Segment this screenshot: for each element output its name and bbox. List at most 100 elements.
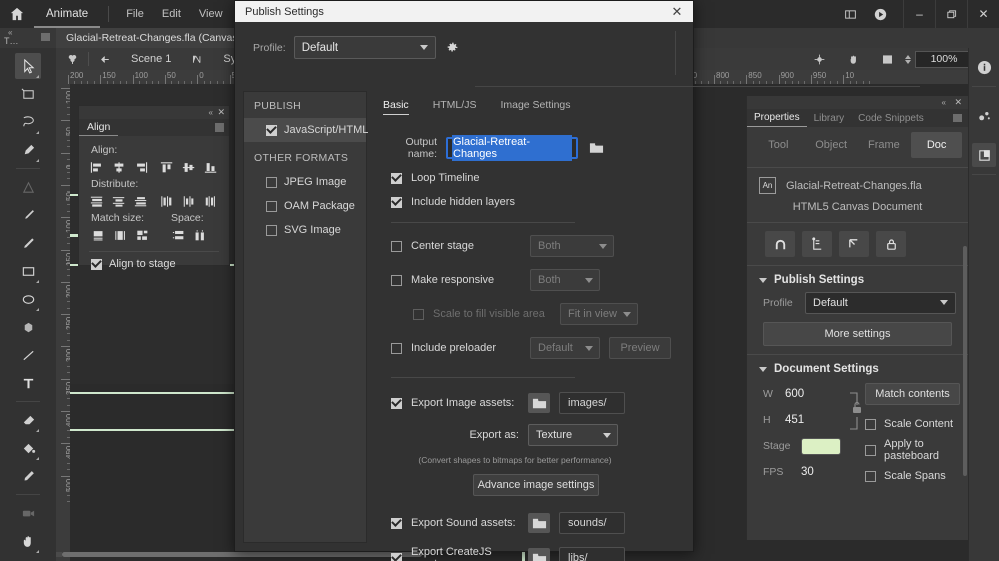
menu-edit[interactable]: Edit — [153, 0, 190, 28]
export-sound-assets-checkbox[interactable] — [391, 517, 402, 529]
space-evenly-horizontal-icon[interactable] — [191, 227, 211, 244]
createjs-assets-path-input[interactable]: libs/ — [559, 547, 625, 561]
align-right-edge-icon[interactable] — [131, 159, 151, 176]
export-createjs-assets-row[interactable]: Export CreateJS assets: libs/ — [391, 546, 695, 561]
center-stage-dropdown[interactable]: Both — [530, 235, 614, 257]
scale-spans-checkbox[interactable] — [865, 470, 876, 482]
dialog-profile-select[interactable]: Default — [293, 36, 436, 59]
javascript-html-checkbox[interactable] — [266, 124, 277, 136]
brush-tool[interactable] — [15, 202, 41, 228]
include-hidden-layers-row[interactable]: Include hidden layers — [391, 196, 695, 208]
play-test-icon[interactable] — [865, 0, 895, 28]
image-assets-path-input[interactable]: images/ — [559, 392, 625, 414]
rectangle-tool[interactable] — [15, 258, 41, 284]
include-hidden-layers-checkbox[interactable] — [391, 196, 402, 208]
distribute-top-edge-icon[interactable] — [87, 193, 107, 210]
match-height-icon[interactable] — [111, 227, 131, 244]
loop-timeline-row[interactable]: Loop Timeline — [391, 172, 695, 184]
oval-tool[interactable] — [15, 286, 41, 312]
distribute-horizontal-center-icon[interactable] — [179, 193, 199, 210]
publish-profile-select[interactable]: Default — [805, 292, 956, 314]
zoom-tool[interactable] — [15, 556, 41, 561]
export-image-assets-row[interactable]: Export Image assets: images/ — [391, 392, 695, 414]
paint-bucket-tool[interactable] — [15, 435, 41, 461]
segment-tool[interactable]: Tool — [753, 132, 804, 158]
line-tool[interactable] — [15, 342, 41, 368]
tab-basic[interactable]: Basic — [383, 99, 409, 115]
distribute-bottom-edge-icon[interactable] — [131, 193, 151, 210]
panel-menu-icon[interactable] — [215, 123, 224, 132]
link-aspect-ratio-icon[interactable] — [847, 387, 865, 435]
width-value[interactable]: 600 — [785, 388, 804, 400]
back-arrow-icon[interactable] — [89, 48, 121, 70]
make-responsive-dropdown[interactable]: Both — [530, 269, 600, 291]
tab-image-settings[interactable]: Image Settings — [500, 99, 570, 115]
match-contents-button[interactable]: Match contents — [865, 383, 960, 405]
loop-timeline-checkbox[interactable] — [391, 172, 402, 184]
clip-content-icon[interactable] — [871, 48, 903, 70]
center-stage-row[interactable]: Center stage Both — [391, 235, 695, 257]
tab-code-snippets[interactable]: Code Snippets — [851, 110, 931, 127]
lasso-tool[interactable] — [15, 109, 41, 135]
publish-settings-section-header[interactable]: Publish Settings — [747, 266, 968, 292]
align-to-stage-row[interactable]: Align to stage — [87, 258, 221, 270]
export-sound-assets-row[interactable]: Export Sound assets: sounds/ — [391, 512, 695, 534]
apply-to-pasteboard-checkbox[interactable] — [865, 444, 876, 456]
rotate-stage-icon[interactable] — [837, 48, 869, 70]
close-icon[interactable]: ✕ — [954, 97, 962, 108]
output-name-input[interactable]: Glacial-Retreat-Changes — [446, 135, 578, 161]
gear-icon[interactable] — [444, 39, 462, 57]
menu-view[interactable]: View — [190, 0, 232, 28]
selection-tool[interactable] — [15, 53, 41, 79]
magnet-snap-icon[interactable] — [765, 231, 795, 257]
folder-browse-icon[interactable] — [528, 393, 550, 413]
match-width-icon[interactable] — [89, 227, 109, 244]
assets-icon[interactable] — [972, 103, 996, 127]
snap-align-icon[interactable] — [802, 231, 832, 257]
collapse-icon[interactable]: « — [209, 108, 213, 117]
segment-frame[interactable]: Frame — [859, 132, 910, 158]
height-field-row[interactable]: H 451 — [763, 407, 855, 433]
text-tool[interactable] — [15, 370, 41, 396]
align-top-edge-icon[interactable] — [157, 159, 177, 176]
distribute-right-edge-icon[interactable] — [201, 193, 221, 210]
center-stage-icon[interactable] — [803, 48, 835, 70]
zoom-level-input[interactable]: 100% — [915, 50, 973, 68]
close-icon[interactable]: ✕ — [669, 5, 685, 18]
make-responsive-row[interactable]: Make responsive Both — [391, 269, 695, 291]
align-bottom-edge-icon[interactable] — [201, 159, 221, 176]
format-item-javascript-html[interactable]: JavaScript/HTML — [244, 118, 368, 142]
jpeg-image-checkbox[interactable] — [266, 176, 277, 188]
panel-menu-icon[interactable] — [953, 114, 962, 122]
distribute-left-edge-icon[interactable] — [157, 193, 177, 210]
tab-html-js[interactable]: HTML/JS — [433, 99, 477, 115]
include-preloader-row[interactable]: Include preloader Default Preview — [391, 337, 695, 359]
width-field-row[interactable]: W 600 — [763, 381, 855, 407]
dialog-titlebar[interactable]: Publish Settings ✕ — [235, 1, 693, 22]
menu-file[interactable]: File — [117, 0, 153, 28]
export-as-dropdown[interactable]: Texture — [528, 424, 618, 446]
eraser-tool[interactable] — [15, 407, 41, 433]
fps-value[interactable]: 30 — [801, 466, 814, 478]
export-image-assets-checkbox[interactable] — [391, 397, 402, 409]
scale-content-row[interactable]: Scale Content — [859, 411, 968, 437]
space-evenly-vertical-icon[interactable] — [169, 227, 189, 244]
include-preloader-checkbox[interactable] — [391, 342, 402, 354]
workspace-layout-icon[interactable] — [835, 0, 865, 28]
height-value[interactable]: 451 — [785, 414, 804, 426]
collapse-icon[interactable]: « — [942, 98, 946, 107]
scale-content-checkbox[interactable] — [865, 418, 876, 430]
export-createjs-assets-checkbox[interactable] — [391, 552, 402, 561]
pencil-tool[interactable] — [15, 230, 41, 256]
align-left-edge-icon[interactable] — [87, 159, 107, 176]
format-item-oam-package[interactable]: OAM Package — [244, 194, 366, 218]
tab-align[interactable]: Align — [79, 119, 119, 136]
scale-spans-row[interactable]: Scale Spans — [859, 463, 968, 489]
format-item-svg-image[interactable]: SVG Image — [244, 218, 366, 242]
align-to-stage-checkbox[interactable] — [91, 258, 102, 270]
make-responsive-checkbox[interactable] — [391, 274, 402, 286]
advance-image-settings-button[interactable]: Advance image settings — [473, 474, 599, 496]
snap-guides-icon[interactable] — [839, 231, 869, 257]
lock-guides-icon[interactable] — [876, 231, 906, 257]
window-minimize-button[interactable]: – — [903, 0, 935, 28]
